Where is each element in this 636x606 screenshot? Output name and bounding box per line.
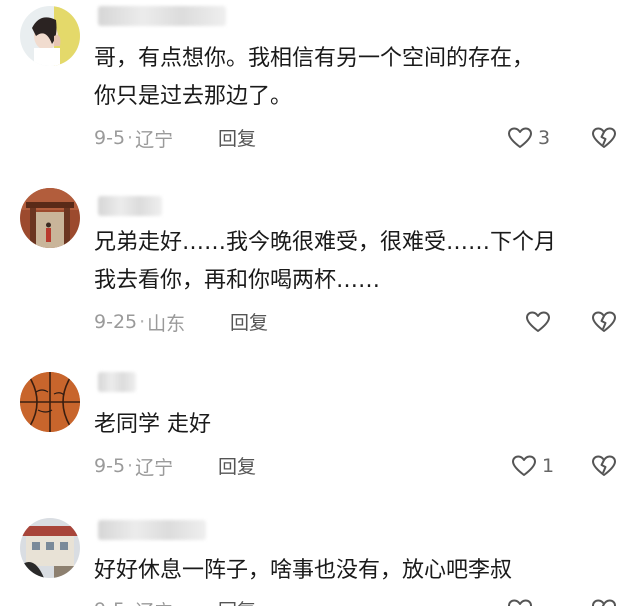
building-avatar-image	[20, 518, 80, 578]
dislike-button[interactable]	[590, 308, 618, 336]
heart-outline-icon	[512, 455, 536, 476]
username-blurred[interactable]	[98, 372, 136, 392]
comment-location: 辽宁	[135, 597, 173, 606]
reply-button[interactable]: 回复	[218, 124, 256, 151]
reply-button[interactable]: 回复	[218, 596, 256, 606]
comment-date: 9-25	[94, 311, 138, 333]
meta-separator: ·	[127, 599, 133, 606]
comment-text: 老同学 走好	[94, 412, 211, 437]
like-button[interactable]	[506, 596, 538, 606]
girl-avatar-image	[20, 6, 80, 66]
comment-text: 哥，有点想你。我相信有另一个空间的存在， 你只是过去那边了。	[94, 46, 535, 109]
heart-outline-icon	[508, 599, 532, 606]
username-blurred[interactable]	[98, 520, 206, 540]
broken-heart-icon	[592, 455, 616, 476]
like-button[interactable]	[524, 308, 556, 336]
comment-date: 9-5	[94, 127, 126, 149]
comment-text: 好好休息一阵子，啥事也没有，放心吧李叔	[94, 558, 513, 583]
comment-location: 辽宁	[135, 456, 174, 479]
comment-meta: 9-25 · 山东	[94, 308, 185, 336]
reply-button[interactable]: 回复	[230, 308, 268, 335]
broken-heart-icon	[592, 311, 616, 332]
username-blurred[interactable]	[98, 196, 162, 216]
comment-date: 9-5	[94, 455, 126, 477]
comment-item: 哥，有点想你。我相信有另一个空间的存在， 你只是过去那边了。 9-5 · 辽宁 …	[0, 0, 636, 170]
meta-separator: ·	[127, 127, 134, 149]
avatar[interactable]	[20, 372, 80, 432]
comment-item: 好好休息一阵子，啥事也没有，放心吧李叔 9-5 · 辽宁 回复	[0, 508, 636, 606]
basketball-avatar-image	[20, 372, 80, 432]
broken-heart-icon	[592, 127, 616, 148]
meta-separator: ·	[127, 455, 134, 477]
dislike-button[interactable]	[590, 452, 618, 480]
comment-meta: 9-5 · 辽宁	[94, 596, 173, 606]
comment-location: 山东	[147, 312, 186, 335]
like-count: 1	[542, 455, 555, 477]
gate-avatar-image	[20, 188, 80, 248]
comment-meta: 9-5 · 辽宁	[94, 452, 173, 480]
avatar[interactable]	[20, 6, 80, 66]
dislike-button[interactable]	[590, 596, 618, 606]
comment-list: 哥，有点想你。我相信有另一个空间的存在， 你只是过去那边了。 9-5 · 辽宁 …	[0, 0, 636, 606]
heart-outline-icon	[526, 311, 550, 332]
comment-location: 辽宁	[135, 128, 174, 151]
comment-date: 9-5	[94, 599, 125, 606]
like-count: 3	[538, 127, 551, 149]
avatar[interactable]	[20, 518, 80, 578]
dislike-button[interactable]	[590, 124, 618, 152]
avatar[interactable]	[20, 188, 80, 248]
meta-separator: ·	[139, 311, 146, 333]
heart-outline-icon	[508, 127, 532, 148]
comment-item: 兄弟走好……我今晚很难受，很难受……下个月 我去看你，再和你喝两杯…… 9-25…	[0, 178, 636, 348]
like-button[interactable]: 3	[506, 124, 550, 152]
reply-button[interactable]: 回复	[218, 452, 256, 479]
comment-meta: 9-5 · 辽宁	[94, 124, 173, 152]
comment-item: 老同学 走好 9-5 · 辽宁 回复 1	[0, 362, 636, 492]
username-blurred[interactable]	[98, 6, 226, 26]
like-button[interactable]: 1	[510, 452, 554, 480]
broken-heart-icon	[592, 599, 616, 606]
comment-text: 兄弟走好……我今晚很难受，很难受……下个月 我去看你，再和你喝两杯……	[94, 230, 557, 293]
